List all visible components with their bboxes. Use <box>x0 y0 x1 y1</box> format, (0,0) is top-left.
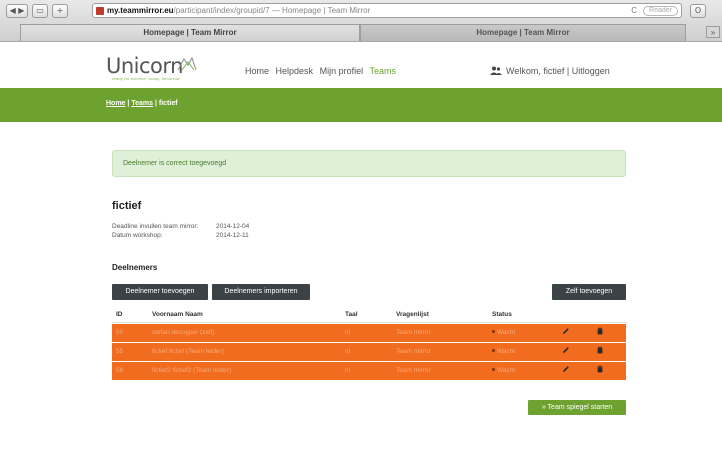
pencil-icon <box>563 328 569 334</box>
row-id: 55 <box>116 348 124 355</box>
page-title: fictief <box>112 200 142 212</box>
breadcrumb-home[interactable]: Home <box>106 100 125 107</box>
trash-icon <box>597 365 603 373</box>
table-row: 55 fictief fictief (Team leider) nl Team… <box>112 343 626 361</box>
breadcrumb-bar: Home | Teams | fictief <box>0 88 722 122</box>
participants-title: Deelnemers <box>112 263 158 272</box>
delete-button[interactable] <box>596 324 604 342</box>
row-status: Wacht <box>492 362 515 380</box>
status-dot-icon <box>492 349 495 352</box>
browser-tabs: Homepage | Team Mirror Homepage | Team M… <box>0 22 722 42</box>
breadcrumb-separator: | <box>127 100 130 107</box>
delete-button[interactable] <box>596 362 604 380</box>
row-status: Wacht <box>492 324 515 342</box>
new-tab-icon[interactable]: + <box>52 4 68 18</box>
browser-toolbar: ◀ ▶ ▭ + my.teammirror.eu/participant/ind… <box>0 0 722 22</box>
back-forward-buttons[interactable]: ◀ ▶ <box>6 4 28 18</box>
url-host: my.teammirror.eu <box>107 6 174 15</box>
row-taal: nl <box>345 348 351 355</box>
download-icon[interactable]: O <box>690 4 706 18</box>
edit-button[interactable] <box>562 362 570 380</box>
import-participants-button[interactable]: Deelnemers importeren <box>212 284 310 300</box>
deadline-value: 2014-12-04 <box>216 223 250 230</box>
nav-home[interactable]: Home <box>245 66 269 76</box>
pencil-icon <box>563 347 569 353</box>
tab-overflow-icon[interactable]: » <box>706 26 720 38</box>
nav-teams[interactable]: Teams <box>369 66 396 76</box>
delete-button[interactable] <box>596 343 604 361</box>
success-alert: Deelnemer is correct toegevoegd <box>112 150 626 177</box>
workshop-row: Datum workshop: 2014-12-11 <box>112 231 249 240</box>
reader-button[interactable]: Reader <box>643 6 678 16</box>
browser-tab[interactable]: Homepage | Team Mirror <box>360 24 686 41</box>
address-bar[interactable]: my.teammirror.eu/participant/index/group… <box>92 3 682 18</box>
column-header-id: ID <box>116 311 123 318</box>
breadcrumb-current: fictief <box>158 100 178 107</box>
row-vragenlijst[interactable]: Team mirror <box>396 324 431 342</box>
browser-tab-active[interactable]: Homepage | Team Mirror <box>20 24 360 41</box>
nav-helpdesk[interactable]: Helpdesk <box>276 66 314 76</box>
column-header-status: Status <box>492 311 512 318</box>
table-row: 50 stefan decuyper (zelf) nl Team mirror… <box>112 324 626 342</box>
add-self-button[interactable]: Zelf toevoegen <box>552 284 626 300</box>
pencil-icon <box>563 366 569 372</box>
row-status: Wacht <box>492 343 515 361</box>
deadline-row: Deadline invullen team mirror: 2014-12-04 <box>112 222 249 231</box>
reload-icon[interactable]: C <box>631 4 637 17</box>
row-status-label: Wacht <box>497 367 516 374</box>
table-header: ID Voornaam Naam Taal Vragenlijst Status <box>112 307 626 323</box>
site-header: Unicorn ready for science, today, tomorr… <box>0 42 722 88</box>
trash-icon <box>597 346 603 354</box>
add-participant-button[interactable]: Deelnemer toevoegen <box>112 284 208 300</box>
trash-icon <box>597 327 603 335</box>
site-favicon-icon <box>96 7 104 15</box>
status-dot-icon <box>492 368 495 371</box>
row-id: 50 <box>116 329 124 336</box>
logout-link[interactable]: Uitloggen <box>572 66 610 76</box>
breadcrumb: Home | Teams | fictief <box>106 100 178 107</box>
row-status-label: Wacht <box>497 329 516 336</box>
start-team-mirror-button[interactable]: » Team spiegel starten <box>528 400 626 415</box>
site-logo[interactable]: Unicorn <box>106 54 183 78</box>
main-nav: Home Helpdesk Mijn profiel Teams <box>245 66 400 76</box>
workshop-value: 2014-12-11 <box>216 232 249 239</box>
user-separator: | <box>566 66 570 76</box>
table-row: 56 fictief2 fictief2 (Team leider) nl Te… <box>112 362 626 380</box>
breadcrumb-separator: | <box>154 100 157 107</box>
edit-button[interactable] <box>562 343 570 361</box>
row-name[interactable]: stefan decuyper (zelf) <box>152 324 215 342</box>
row-taal: nl <box>345 329 351 336</box>
row-name[interactable]: fictief fictief (Team leider) <box>152 343 224 361</box>
sidebar-icon[interactable]: ▭ <box>32 4 48 18</box>
row-id: 56 <box>116 367 124 374</box>
edit-button[interactable] <box>562 324 570 342</box>
logo-tagline: ready for science, today, tomorrow <box>112 76 180 81</box>
row-status-label: Wacht <box>497 348 516 355</box>
unicorn-logo-icon <box>177 56 197 71</box>
workshop-label: Datum workshop: <box>112 232 163 239</box>
column-header-vragenlijst: Vragenlijst <box>396 311 429 318</box>
users-icon <box>490 66 502 75</box>
group-meta: Deadline invullen team mirror: 2014-12-04… <box>112 222 249 240</box>
url-path: /participant/index/groupid/7 — Homepage … <box>173 6 371 15</box>
status-dot-icon <box>492 330 495 333</box>
row-name[interactable]: fictief2 fictief2 (Team leider) <box>152 362 231 380</box>
welcome-text: Welkom, fictief <box>506 66 565 76</box>
nav-mijn-profiel[interactable]: Mijn profiel <box>320 66 364 76</box>
column-header-name: Voornaam Naam <box>152 311 203 318</box>
row-vragenlijst[interactable]: Team mirror <box>396 362 431 380</box>
row-taal: nl <box>345 367 351 374</box>
browser-chrome: ◀ ▶ ▭ + my.teammirror.eu/participant/ind… <box>0 0 722 42</box>
user-area: Welkom, fictief | Uitloggen <box>490 66 610 76</box>
breadcrumb-teams[interactable]: Teams <box>131 100 153 107</box>
column-header-taal: Taal <box>345 311 358 318</box>
row-vragenlijst[interactable]: Team mirror <box>396 343 431 361</box>
participants-table: ID Voornaam Naam Taal Vragenlijst Status… <box>112 307 626 380</box>
deadline-label: Deadline invullen team mirror: <box>112 223 199 230</box>
